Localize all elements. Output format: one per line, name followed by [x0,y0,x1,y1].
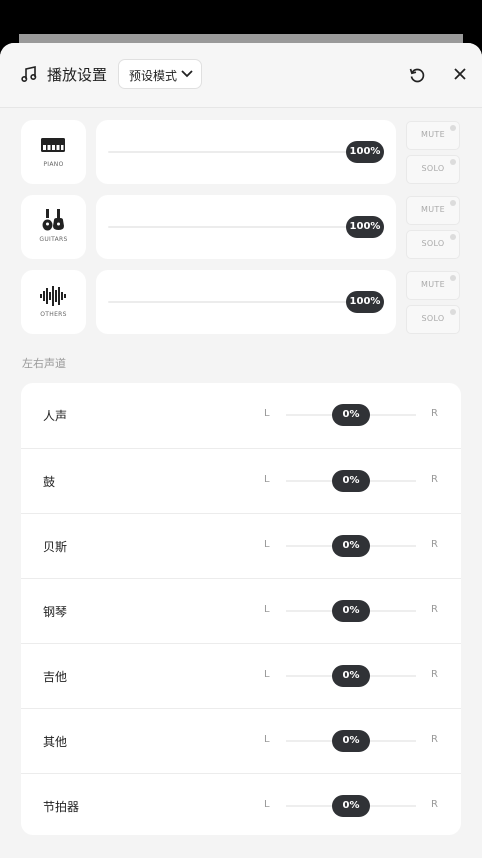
pan-list: 人声 L 0% R 鼓 L 0% R 贝斯 L 0% R 钢琴 L 0% R 吉… [21,383,461,835]
solo-button[interactable]: SOLO [406,155,460,184]
mute-label: MUTE [421,280,445,289]
pan-row: 人声 L 0% R [21,383,461,448]
mute-label: MUTE [421,130,445,139]
mute-indicator [450,125,456,131]
pan-right-label: R [431,474,438,485]
pan-row-name: 贝斯 [43,540,68,554]
volume-thumb[interactable]: 100% [346,141,384,163]
pan-row: 吉他 L 0% R [21,643,461,708]
pan-right-label: R [431,408,438,419]
pan-thumb[interactable]: 0% [332,730,370,752]
pan-left-label: L [264,799,270,810]
chevron-down-icon [181,70,193,78]
pan-section-title: 左右声道 [22,357,66,370]
instrument-label: OTHERS [40,311,67,318]
volume-slider-card: 100% [96,120,396,184]
track-row-piano: PIANO 100% MUTE SOLO [0,120,482,186]
pan-left-label: L [264,539,270,550]
close-icon[interactable] [453,67,467,81]
pan-right-label: R [431,799,438,810]
pan-thumb[interactable]: 0% [332,535,370,557]
pan-row: 鼓 L 0% R [21,448,461,513]
pan-left-label: L [264,474,270,485]
playback-settings-sheet: 播放设置 预设模式 PIANO 100% MUTE SOLO GUITARS 1… [0,43,482,858]
music-note-icon [21,66,37,83]
solo-label: SOLO [421,239,445,248]
volume-track[interactable] [108,226,366,228]
mute-button[interactable]: MUTE [406,121,460,150]
mute-button[interactable]: MUTE [406,271,460,300]
solo-button[interactable]: SOLO [406,230,460,259]
pan-right-label: R [431,669,438,680]
pan-thumb[interactable]: 0% [332,404,370,426]
instrument-card[interactable]: PIANO [21,120,86,184]
pan-thumb[interactable]: 0% [332,795,370,817]
instrument-label: PIANO [43,161,64,168]
sheet-header: 播放设置 预设模式 [0,43,482,108]
volume-slider-card: 100% [96,270,396,334]
solo-button[interactable]: SOLO [406,305,460,334]
waveform-icon [40,286,66,306]
guitars-icon [42,209,64,231]
volume-thumb[interactable]: 100% [346,291,384,313]
mute-button[interactable]: MUTE [406,196,460,225]
pan-row: 钢琴 L 0% R [21,578,461,643]
track-row-others: OTHERS 100% MUTE SOLO [0,270,482,336]
preset-mode-dropdown[interactable]: 预设模式 [118,59,202,89]
pan-right-label: R [431,539,438,550]
pan-left-label: L [264,408,270,419]
piano-icon [41,138,65,152]
pan-right-label: R [431,604,438,615]
volume-track[interactable] [108,151,366,153]
page-title: 播放设置 [47,66,108,84]
mute-label: MUTE [421,205,445,214]
pan-thumb[interactable]: 0% [332,470,370,492]
pan-row-name: 人声 [43,409,68,423]
pan-right-label: R [431,734,438,745]
solo-indicator [450,159,456,165]
pan-left-label: L [264,669,270,680]
pan-left-label: L [264,604,270,615]
pan-row-name: 钢琴 [43,605,68,619]
pan-left-label: L [264,734,270,745]
instrument-card[interactable]: GUITARS [21,195,86,259]
mute-indicator [450,200,456,206]
volume-track[interactable] [108,301,366,303]
track-row-guitars: GUITARS 100% MUTE SOLO [0,195,482,261]
pan-row: 节拍器 L 0% R [21,773,461,835]
reset-icon[interactable] [408,66,426,84]
pan-row-name: 鼓 [43,475,56,489]
pan-row: 贝斯 L 0% R [21,513,461,578]
pan-row-name: 其他 [43,735,68,749]
pan-thumb[interactable]: 0% [332,600,370,622]
mute-indicator [450,275,456,281]
instrument-card[interactable]: OTHERS [21,270,86,334]
instrument-label: GUITARS [39,236,68,243]
volume-slider-card: 100% [96,195,396,259]
pan-row-name: 吉他 [43,670,68,684]
preset-mode-label: 预设模式 [129,69,178,83]
volume-thumb[interactable]: 100% [346,216,384,238]
pan-row-name: 节拍器 [43,800,80,814]
pan-thumb[interactable]: 0% [332,665,370,687]
solo-label: SOLO [421,164,445,173]
solo-label: SOLO [421,314,445,323]
pan-row: 其他 L 0% R [21,708,461,773]
solo-indicator [450,234,456,240]
solo-indicator [450,309,456,315]
